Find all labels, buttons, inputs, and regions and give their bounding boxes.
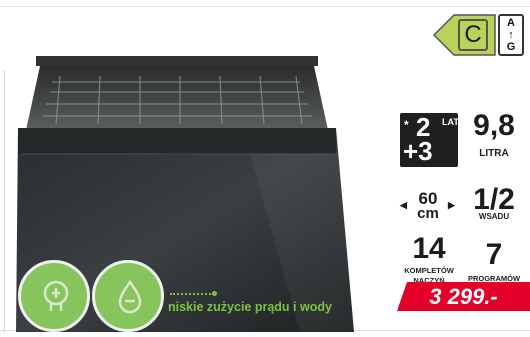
plug-icon xyxy=(43,280,69,311)
programs-unit: PROGRAMÓW xyxy=(467,274,521,283)
eco-connector-dot xyxy=(212,291,217,296)
eco-connector-line xyxy=(170,293,214,295)
top-divider xyxy=(0,6,530,7)
arrow-right-icon: ▶ xyxy=(448,200,455,210)
programs-value: 7 xyxy=(485,238,503,271)
place-settings-value: 14 xyxy=(412,232,446,265)
water-drop-icon xyxy=(118,279,142,314)
warranty-tile: * 2 +3 LATA xyxy=(400,113,465,167)
warranty-label: LATA xyxy=(442,117,465,127)
energy-scale-top: A xyxy=(507,17,515,29)
eco-energy-icon xyxy=(18,260,90,332)
energy-class-letter: C xyxy=(458,19,488,51)
width-unit: cm xyxy=(417,205,439,222)
energy-scale-bottom: G xyxy=(506,41,516,53)
water-consumption-unit: LITRA xyxy=(479,148,509,159)
warranty-asterisk: * xyxy=(404,118,409,132)
eco-water-icon xyxy=(92,260,164,332)
place-settings-unit-line1: KOMPLETÓW xyxy=(404,266,454,275)
arrow-left-icon: ◀ xyxy=(400,200,407,210)
eco-claim: niskie zużycie prądu i wody xyxy=(168,300,332,314)
width-spec: ◀ 60 cm ▶ xyxy=(398,188,458,224)
half-load-unit: WSADU xyxy=(478,212,510,221)
energy-scale-arrow-icon: ↑ xyxy=(508,29,514,41)
energy-scale: A ↑ G xyxy=(498,14,524,56)
energy-class-badge: C A ↑ G xyxy=(432,14,524,56)
water-consumption-value: 9,8 xyxy=(473,109,515,142)
price-tag: 3 299.- xyxy=(397,282,530,311)
warranty-extra-years: +3 xyxy=(403,136,433,166)
